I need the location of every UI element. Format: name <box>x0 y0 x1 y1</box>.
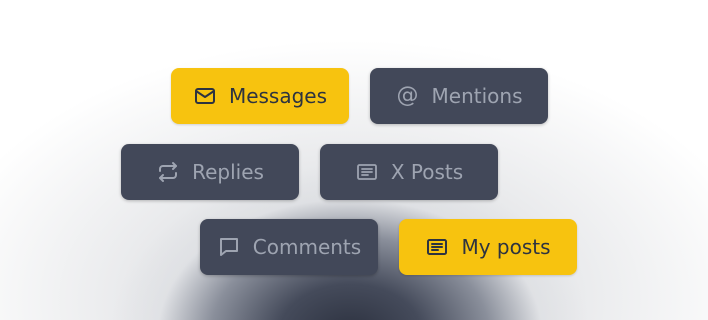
at-icon: @ <box>396 83 419 108</box>
post-icon <box>355 160 379 184</box>
messages-label: Messages <box>228 84 328 108</box>
mentions-filter-button[interactable]: @ Mentions <box>370 68 548 124</box>
my-posts-filter-button[interactable]: My posts <box>399 219 577 275</box>
mentions-label: Mentions <box>431 84 523 108</box>
replies-filter-button[interactable]: Replies <box>121 144 299 200</box>
repeat-icon <box>156 160 180 184</box>
comment-icon <box>217 235 241 259</box>
messages-filter-button[interactable]: Messages <box>171 68 349 124</box>
post-icon <box>425 235 449 259</box>
x-posts-label: X Posts <box>390 160 464 184</box>
comments-filter-button[interactable]: Comments <box>200 219 378 275</box>
my-posts-label: My posts <box>461 235 551 259</box>
x-posts-filter-button[interactable]: X Posts <box>320 144 498 200</box>
comments-label: Comments <box>252 235 362 259</box>
replies-label: Replies <box>192 160 264 184</box>
mail-icon <box>193 84 217 108</box>
